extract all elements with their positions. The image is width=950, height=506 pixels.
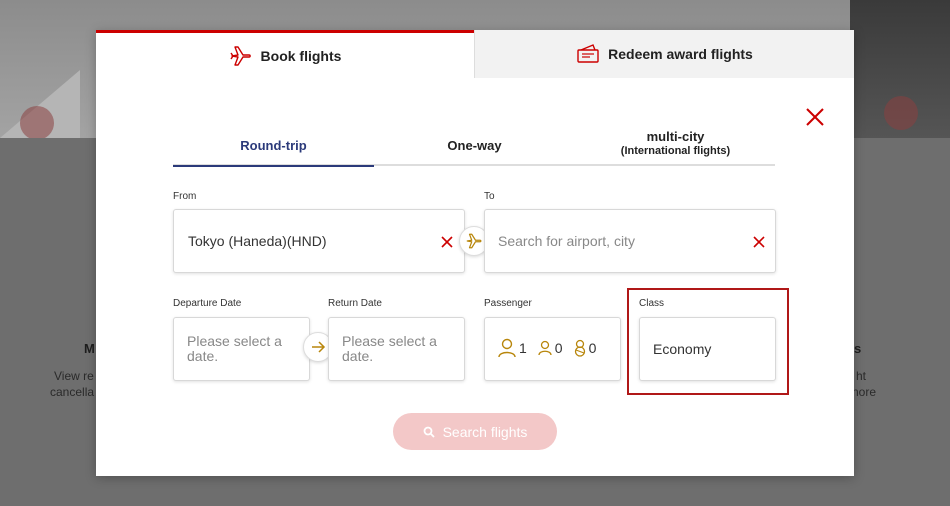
- departure-placeholder-line1: Please select a: [187, 333, 282, 349]
- to-placeholder: Search for airport, city: [498, 233, 635, 249]
- return-date-label: Return Date: [328, 298, 382, 309]
- bg-right-line2: nore: [852, 385, 877, 399]
- jal-logo-right: [884, 96, 918, 130]
- bg-left-heading: M: [84, 341, 95, 356]
- passenger-counts: 1 0 0: [497, 338, 602, 358]
- tab-multi-city-sublabel: (International flights): [620, 145, 731, 157]
- child-count: 0: [554, 340, 563, 356]
- bg-right-heading: s: [854, 341, 862, 356]
- bg-right-line1: ht: [856, 369, 867, 383]
- class-select[interactable]: Economy: [639, 317, 776, 381]
- top-tabs: Book flights Redeem award flights: [96, 30, 854, 78]
- to-label: To: [484, 191, 495, 202]
- tab-redeem-award-flights[interactable]: Redeem award flights: [474, 30, 854, 78]
- ticket-icon: [577, 44, 599, 63]
- tab-multi-city[interactable]: multi-city (International flights): [575, 126, 776, 166]
- return-date-field[interactable]: Please select a date.: [328, 317, 465, 381]
- tab-round-trip[interactable]: Round-trip: [173, 126, 374, 167]
- to-field[interactable]: Search for airport, city: [484, 209, 776, 273]
- tab-round-trip-label: Round-trip: [240, 138, 307, 153]
- adult-icon: [498, 338, 516, 358]
- class-value: Economy: [653, 341, 712, 357]
- close-icon[interactable]: [804, 106, 826, 128]
- from-field[interactable]: Tokyo (Haneda)(HND): [173, 209, 465, 273]
- search-flights-button[interactable]: Search flights: [393, 413, 557, 450]
- departure-date-field[interactable]: Please select a date.: [173, 317, 310, 381]
- child-icon: [538, 340, 552, 356]
- adult-count: 1: [519, 340, 527, 356]
- tab-multi-city-label: multi-city: [646, 129, 705, 144]
- tab-one-way-label: One-way: [447, 138, 502, 153]
- clear-to-icon[interactable]: [753, 236, 765, 248]
- airplane-swap-icon: [466, 233, 482, 249]
- passenger-field[interactable]: 1 0 0: [484, 317, 621, 381]
- flight-search-modal: Book flights Redeem award flights Round-…: [96, 30, 854, 476]
- infant-icon: [574, 339, 585, 357]
- bg-left-line1: View re: [54, 369, 94, 383]
- search-icon: [423, 426, 435, 438]
- airplane-icon: [229, 45, 251, 66]
- tab-redeem-label: Redeem award flights: [608, 46, 753, 62]
- from-value: Tokyo (Haneda)(HND): [188, 233, 327, 249]
- from-label: From: [173, 191, 197, 202]
- tab-one-way[interactable]: One-way: [374, 126, 575, 166]
- tab-book-flights-label: Book flights: [260, 47, 342, 64]
- trip-type-tabs: Round-trip One-way multi-city (Internati…: [173, 126, 776, 167]
- search-flights-label: Search flights: [442, 423, 528, 440]
- clear-from-icon[interactable]: [441, 236, 453, 248]
- arrow-right-icon: [312, 341, 326, 353]
- bg-left-line2: cancella: [50, 385, 95, 399]
- departure-date-label: Departure Date: [173, 298, 242, 309]
- tab-book-flights[interactable]: Book flights: [96, 30, 474, 78]
- infant-count: 0: [588, 340, 597, 356]
- passenger-label: Passenger: [484, 298, 532, 309]
- jal-logo-left: [20, 106, 54, 140]
- departure-placeholder-line2: date.: [187, 348, 219, 364]
- class-label: Class: [639, 298, 665, 309]
- return-placeholder-line2: date.: [342, 348, 374, 364]
- return-placeholder-line1: Please select a: [342, 333, 437, 349]
